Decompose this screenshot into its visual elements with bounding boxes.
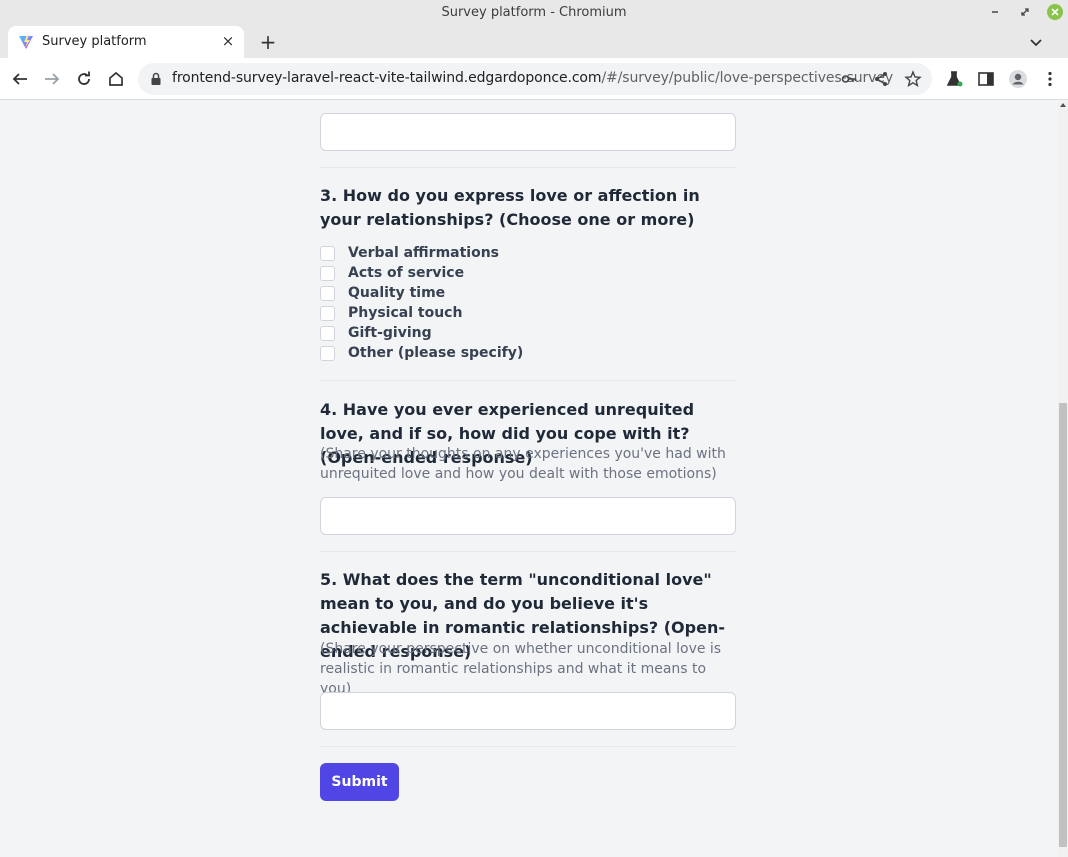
checkbox[interactable] (320, 245, 335, 261)
maximize-icon[interactable] (1017, 4, 1033, 20)
forward-icon[interactable] (40, 67, 64, 91)
checkbox[interactable] (320, 345, 335, 361)
lock-icon[interactable] (150, 72, 162, 86)
side-panel-icon[interactable] (974, 67, 998, 91)
option-verbal-affirmations[interactable]: Verbal affirmations (320, 243, 499, 263)
bookmark-star-icon[interactable] (904, 70, 922, 88)
tab-title: Survey platform (42, 34, 147, 49)
question-3-title: 3. How do you express love or affection … (320, 186, 700, 229)
option-quality-time[interactable]: Quality time (320, 283, 445, 303)
submit-button[interactable]: Submit (320, 763, 399, 801)
option-label: Acts of service (348, 265, 465, 281)
option-other[interactable]: Other (please specify) (320, 343, 523, 363)
option-label: Other (please specify) (348, 345, 524, 361)
share-icon[interactable] (872, 70, 890, 88)
browser-toolbar: frontend-survey-laravel-react-vite-tailw… (0, 58, 1068, 100)
option-label: Physical touch (348, 305, 463, 321)
window-title: Survey platform - Chromium (441, 5, 627, 20)
scrollbar-thumb[interactable] (1059, 403, 1067, 847)
option-acts-of-service[interactable]: Acts of service (320, 263, 464, 283)
reload-icon[interactable] (72, 67, 96, 91)
tab-strip: Survey platform × + (0, 26, 1068, 58)
labs-flask-icon[interactable] (942, 67, 966, 91)
browser-tab[interactable]: Survey platform × (8, 26, 244, 58)
option-label: Quality time (348, 285, 446, 301)
url-host: frontend-survey-laravel-react-vite-tailw… (172, 70, 602, 86)
option-physical-touch[interactable]: Physical touch (320, 303, 462, 323)
tab-close-icon[interactable]: × (220, 32, 236, 50)
back-icon[interactable] (8, 67, 32, 91)
menu-kebab-icon[interactable] (1038, 67, 1062, 91)
option-label: Gift-giving (348, 325, 432, 341)
address-bar[interactable]: frontend-survey-laravel-react-vite-tailw… (138, 63, 932, 95)
new-tab-icon[interactable]: + (256, 30, 280, 54)
checkbox[interactable] (320, 305, 335, 321)
divider (320, 746, 736, 747)
key-icon[interactable] (840, 70, 858, 88)
checkbox[interactable] (320, 265, 335, 281)
minimize-icon[interactable] (987, 4, 1003, 20)
question-5-input[interactable] (320, 692, 736, 730)
url-text[interactable]: frontend-survey-laravel-react-vite-tailw… (172, 70, 893, 86)
option-label: Verbal affirmations (348, 245, 500, 261)
divider (320, 551, 736, 552)
home-icon[interactable] (104, 67, 128, 91)
previous-answer-input[interactable] (320, 113, 736, 151)
checkbox[interactable] (320, 325, 335, 341)
window-title-bar: Survey platform - Chromium (0, 0, 1068, 26)
scroll-up-arrow-icon[interactable] (1060, 103, 1066, 107)
option-gift-giving[interactable]: Gift-giving (320, 323, 432, 343)
divider (320, 380, 736, 381)
question-4-input[interactable] (320, 497, 736, 535)
question-4-description: (Share your thoughts on any experiences … (320, 446, 726, 482)
close-window-icon[interactable] (1047, 4, 1063, 20)
survey-page: 3. How do you express love or affection … (0, 101, 1058, 857)
divider (320, 167, 736, 168)
checkbox[interactable] (320, 285, 335, 301)
page-scrollbar[interactable] (1058, 101, 1068, 857)
vite-favicon-icon (19, 35, 33, 49)
question-5-description: (Share your perspective on whether uncon… (320, 641, 722, 697)
tab-search-chevron-icon[interactable] (1026, 32, 1046, 52)
profile-avatar-icon[interactable] (1006, 67, 1030, 91)
